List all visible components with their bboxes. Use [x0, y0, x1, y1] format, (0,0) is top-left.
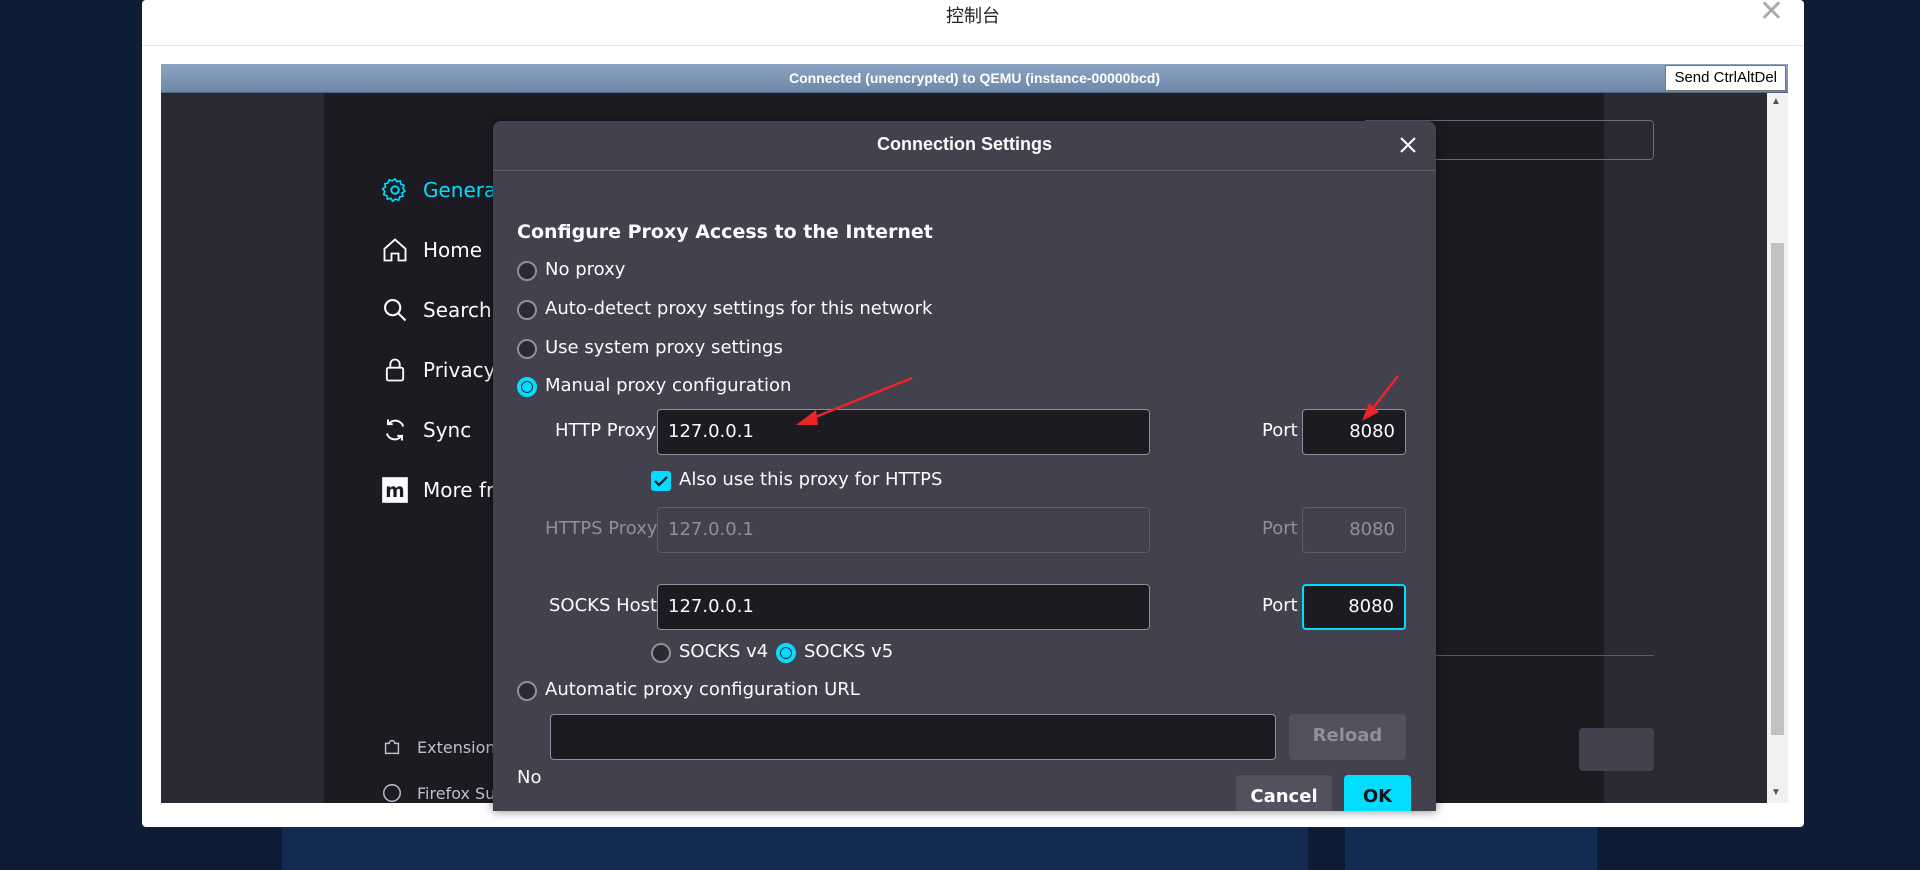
https-port-label: Port — [1262, 518, 1298, 539]
auto-url-radio[interactable] — [517, 681, 537, 701]
http-proxy-input[interactable]: 127.0.0.1 — [657, 409, 1150, 455]
close-icon[interactable] — [1394, 131, 1422, 159]
sidebar-item-privacy[interactable]: Privacy — [381, 356, 495, 384]
http-port-label: Port — [1262, 420, 1298, 441]
vnc-status-bar: Connected (unencrypted) to QEMU (instanc… — [161, 64, 1788, 93]
reload-button[interactable]: Reload — [1289, 714, 1406, 760]
vnc-scrollbar[interactable]: ▲ ▼ — [1767, 93, 1788, 803]
sync-icon — [381, 416, 409, 444]
connection-settings-dialog: Connection Settings Configure Proxy Acce… — [493, 121, 1436, 811]
sidebar-item-label: General — [423, 178, 502, 202]
cancel-button[interactable]: Cancel — [1236, 775, 1332, 811]
console-header: 控制台 ✕ — [142, 0, 1804, 46]
sidebar-item-label: Privacy — [423, 358, 496, 382]
also-https-checkbox[interactable] — [651, 471, 671, 491]
manual-proxy-radio[interactable] — [517, 377, 537, 397]
mozilla-icon: m — [381, 476, 409, 504]
sidebar-item-general[interactable]: General — [381, 176, 502, 204]
system-proxy-radio[interactable] — [517, 339, 537, 359]
sidebar-item-label: Firefox Su — [417, 783, 496, 803]
help-icon — [381, 782, 403, 803]
http-proxy-label: HTTP Proxy — [555, 420, 657, 441]
sidebar-item-sync[interactable]: Sync — [381, 416, 471, 444]
home-icon — [381, 236, 409, 264]
http-port-input[interactable]: 8080 — [1302, 409, 1406, 455]
truncated-text: No — [517, 767, 542, 788]
background-panel-left — [282, 827, 1308, 870]
scroll-up-icon[interactable]: ▲ — [1771, 96, 1781, 107]
sidebar-item-extensions[interactable]: Extension — [381, 736, 496, 758]
https-proxy-input[interactable]: 127.0.0.1 — [657, 507, 1150, 553]
sidebar-item-label: Search — [423, 298, 492, 322]
settings-button[interactable] — [1579, 728, 1654, 771]
sidebar-item-more-from-mozilla[interactable]: m More fro — [381, 476, 506, 504]
console-title: 控制台 — [946, 6, 1000, 27]
sidebar-item-search[interactable]: Search — [381, 296, 492, 324]
socks-host-input[interactable]: 127.0.0.1 — [657, 584, 1150, 630]
background-panel-right — [1345, 827, 1597, 870]
socks-port-input[interactable]: 8080 — [1302, 584, 1406, 630]
close-icon[interactable]: ✕ — [1759, 0, 1784, 29]
manual-proxy-label[interactable]: Manual proxy configuration — [545, 375, 791, 396]
also-https-label[interactable]: Also use this proxy for HTTPS — [679, 469, 942, 490]
puzzle-icon — [381, 736, 403, 758]
sidebar-item-label: Sync — [423, 418, 472, 442]
sidebar-item-home[interactable]: Home — [381, 236, 482, 264]
search-icon — [381, 296, 409, 324]
gear-icon — [381, 176, 409, 204]
send-ctrl-alt-del-button[interactable]: Send CtrlAltDel — [1665, 65, 1786, 91]
dialog-header: Connection Settings — [493, 121, 1436, 171]
proxy-heading: Configure Proxy Access to the Internet — [517, 221, 933, 243]
auto-detect-radio[interactable] — [517, 300, 537, 320]
checkmark-icon — [654, 476, 668, 487]
socks-v5-label[interactable]: SOCKS v5 — [804, 641, 893, 662]
socks-port-label: Port — [1262, 595, 1298, 616]
no-proxy-label[interactable]: No proxy — [545, 259, 625, 280]
socks-v4-label[interactable]: SOCKS v4 — [679, 641, 768, 662]
sidebar-item-label: Home — [423, 238, 483, 262]
socks-host-label: SOCKS Host — [549, 595, 658, 616]
svg-text:m: m — [385, 481, 404, 502]
scroll-down-icon[interactable]: ▼ — [1771, 787, 1781, 798]
socks-v5-radio[interactable] — [776, 643, 796, 663]
https-port-input[interactable]: 8080 — [1302, 507, 1406, 553]
lock-icon — [381, 356, 409, 384]
system-proxy-label[interactable]: Use system proxy settings — [545, 337, 783, 358]
vnc-connection-status: Connected (unencrypted) to QEMU (instanc… — [788, 70, 1161, 86]
sidebar-item-label: Extension — [417, 737, 496, 757]
auto-url-label[interactable]: Automatic proxy configuration URL — [545, 679, 860, 700]
socks-v4-radio[interactable] — [651, 643, 671, 663]
dialog-title: Connection Settings — [877, 134, 1052, 154]
no-proxy-radio[interactable] — [517, 261, 537, 281]
scroll-thumb[interactable] — [1771, 243, 1784, 735]
sidebar-item-firefox-support[interactable]: Firefox Su — [381, 782, 495, 803]
auto-url-input[interactable] — [550, 714, 1276, 760]
auto-detect-label[interactable]: Auto-detect proxy settings for this netw… — [545, 298, 932, 319]
https-proxy-label: HTTPS Proxy — [545, 518, 658, 539]
ok-button[interactable]: OK — [1344, 775, 1411, 811]
